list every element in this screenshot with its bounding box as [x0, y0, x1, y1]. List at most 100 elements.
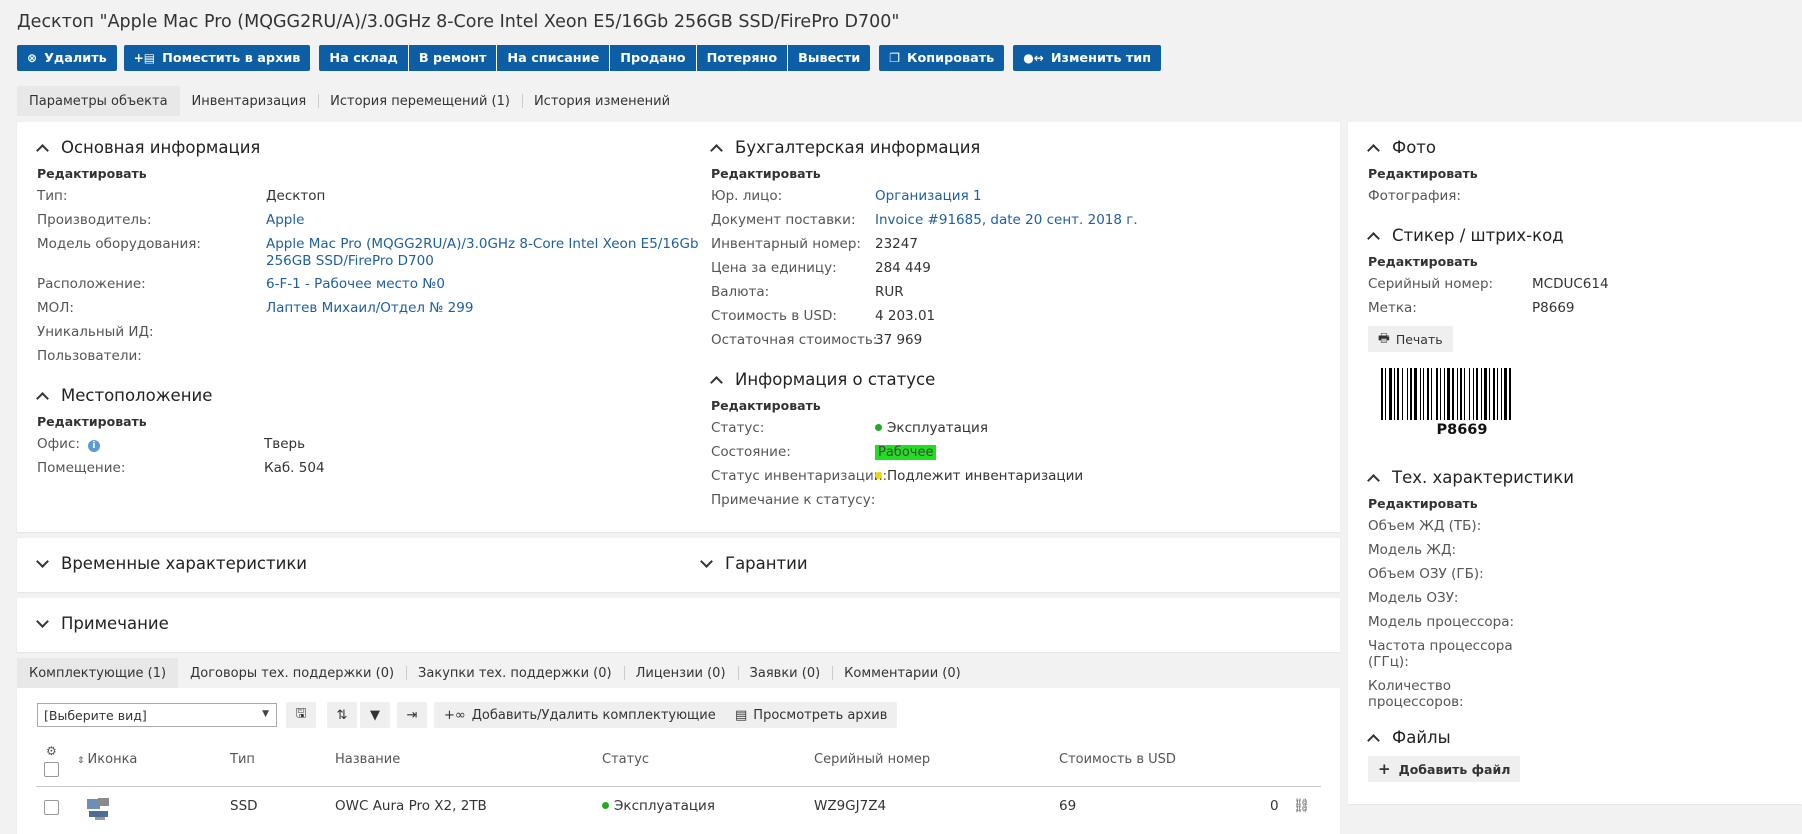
tab-requests[interactable]: Заявки (0): [737, 658, 833, 688]
residual-value: 37 969: [875, 332, 923, 348]
to-repair-button[interactable]: В ремонт: [407, 45, 497, 71]
barcode-image: [1381, 368, 1511, 420]
delete-button[interactable]: ⊗ Удалить: [17, 45, 117, 71]
sort-arrows-icon: ⇕: [77, 756, 85, 766]
view-archive-button[interactable]: ▤ Просмотреть архив: [725, 702, 898, 728]
status-dot-icon: [875, 472, 882, 479]
withdraw-button[interactable]: Вывести: [787, 45, 871, 71]
model-link[interactable]: Apple Mac Pro (MQGG2RU/A)/3.0GHz 8-Core …: [266, 236, 699, 252]
sticker-heading[interactable]: Стикер / штрих-код: [1367, 226, 1564, 245]
cpu-count-label: Количество: [1368, 678, 1452, 694]
export-icon: ⇥: [406, 707, 418, 723]
to-stock-button[interactable]: На склад: [319, 45, 408, 71]
tab-support-purchases[interactable]: Закупки тех. поддержки (0): [406, 658, 624, 688]
lost-button[interactable]: Потеряно: [695, 45, 788, 71]
export-button[interactable]: ⇥: [397, 702, 427, 728]
unlink-icon[interactable]: ⛓: [1293, 798, 1310, 814]
serial-label: Серийный номер:: [1368, 276, 1494, 292]
save-icon: 🖫: [295, 706, 307, 721]
tab-licenses[interactable]: Лицензии (0): [623, 658, 738, 688]
maker-link[interactable]: Apple: [266, 212, 304, 228]
status-label: Статус:: [711, 420, 765, 436]
entity-label: Юр. лицо:: [711, 188, 783, 204]
sort-icon: ⇅: [336, 707, 348, 723]
toolbar: ⊗ Удалить +▤ Поместить в архив На склад В …: [17, 45, 1162, 71]
basic-edit-link[interactable]: Редактировать: [37, 166, 147, 181]
accounting-heading[interactable]: Бухгалтерская информация: [710, 138, 980, 157]
view-select[interactable]: [Выберите вид] ▼: [37, 703, 277, 727]
change-type-button[interactable]: ●↔ Изменить тип: [1013, 45, 1162, 71]
row-status: Эксплуатация: [602, 798, 715, 814]
status-edit-link[interactable]: Редактировать: [711, 398, 821, 413]
archive-button[interactable]: +▤ Поместить в архив: [123, 45, 311, 71]
chevron-up-icon: [36, 143, 49, 157]
warranty-heading[interactable]: Гарантии: [700, 554, 808, 573]
write-off-button[interactable]: На списание: [496, 45, 610, 71]
type-value: Десктоп: [266, 188, 326, 204]
inventory-status-label: Статус инвентаризации:: [711, 468, 888, 484]
photo-edit-link[interactable]: Редактировать: [1368, 166, 1478, 181]
column-serial[interactable]: Серийный номер: [814, 752, 930, 767]
tab-movement-history[interactable]: История перемещений (1): [318, 86, 522, 116]
print-button[interactable]: 🖶 Печать: [1368, 326, 1453, 352]
mol-label: МОЛ:: [37, 300, 74, 316]
basic-info-heading[interactable]: Основная информация: [36, 138, 260, 157]
tech-edit-link[interactable]: Редактировать: [1368, 496, 1478, 511]
row-checkbox[interactable]: [44, 800, 59, 815]
chevron-down-icon: [36, 615, 49, 628]
tab-support-contracts[interactable]: Договоры тех. поддержки (0): [178, 658, 406, 688]
tab-comments[interactable]: Комментарии (0): [832, 658, 973, 688]
tab-components[interactable]: Комплектующие (1): [17, 658, 179, 688]
status-value: Эксплуатация: [875, 420, 988, 436]
save-view-button[interactable]: 🖫: [286, 702, 316, 728]
price-label: Цена за единицу:: [711, 260, 837, 276]
entity-link[interactable]: Организация 1: [875, 188, 982, 204]
inv-number-value: 23247: [875, 236, 918, 252]
filter-button[interactable]: ▼: [360, 702, 390, 728]
chevron-up-icon: [1367, 231, 1380, 245]
change-type-icon: ●↔: [1023, 51, 1044, 65]
add-file-button[interactable]: + Добавить файл: [1368, 756, 1521, 782]
office-label: Офис: i: [37, 436, 100, 452]
location-link[interactable]: 6-F-1 - Рабочее место №0: [266, 276, 445, 292]
select-all-checkbox[interactable]: [44, 762, 59, 777]
page-title: Десктоп "Apple Mac Pro (MQGG2RU/A)/3.0GH…: [17, 12, 900, 32]
column-cost[interactable]: Стоимость в USD: [1059, 752, 1176, 767]
chevron-up-icon: [710, 143, 723, 157]
location-heading[interactable]: Местоположение: [36, 386, 212, 405]
tech-specs-heading[interactable]: Тех. характеристики: [1367, 468, 1574, 487]
accounting-edit-link[interactable]: Редактировать: [711, 166, 821, 181]
office-value: Тверь: [264, 436, 306, 452]
row-name-link[interactable]: OWC Aura Pro X2, 2TB: [335, 798, 487, 814]
column-name[interactable]: Название: [335, 752, 400, 767]
doc-link[interactable]: Invoice #91685, date 20 сент. 2018 г.: [875, 212, 1138, 228]
location-edit-link[interactable]: Редактировать: [37, 414, 147, 429]
printer-icon: 🖶: [1378, 329, 1390, 345]
column-status[interactable]: Статус: [602, 752, 649, 767]
gear-icon[interactable]: ⚙: [46, 744, 57, 758]
photo-heading[interactable]: Фото: [1367, 138, 1436, 157]
column-icon[interactable]: ⇕ Иконка: [77, 752, 137, 767]
status-heading[interactable]: Информация о статусе: [710, 370, 935, 389]
column-type[interactable]: Тип: [230, 752, 255, 767]
users-label: Пользователи:: [37, 348, 142, 364]
tab-inventory[interactable]: Инвентаризация: [180, 86, 319, 116]
sticker-edit-link[interactable]: Редактировать: [1368, 254, 1478, 269]
tab-change-history[interactable]: История изменений: [521, 86, 682, 116]
component-icon: [86, 797, 110, 821]
time-characteristics-heading[interactable]: Временные характеристики: [36, 554, 307, 573]
sort-button[interactable]: ⇅: [327, 702, 357, 728]
files-heading[interactable]: Файлы: [1367, 728, 1451, 747]
copy-button[interactable]: ❐ Копировать: [879, 45, 1005, 71]
add-remove-components-button[interactable]: +∞ Добавить/Удалить комплектующие: [434, 702, 726, 728]
mol-link[interactable]: Лаптев Михаил/Отдел № 299: [266, 300, 473, 316]
sold-button[interactable]: Продано: [609, 45, 696, 71]
note-heading[interactable]: Примечание: [36, 614, 169, 633]
status-note-label: Примечание к статусу:: [711, 492, 876, 508]
time-warranty-card: Временные характеристики Гарантии: [17, 538, 1340, 592]
dropdown-arrow-icon: ▼: [262, 709, 269, 719]
tab-parameters[interactable]: Параметры объекта: [17, 86, 180, 116]
model-link-line2[interactable]: 256GB SSD/FirePro D700: [266, 253, 434, 269]
info-icon[interactable]: i: [87, 440, 100, 452]
cpu-freq-label-line2: (ГГц):: [1368, 654, 1409, 670]
